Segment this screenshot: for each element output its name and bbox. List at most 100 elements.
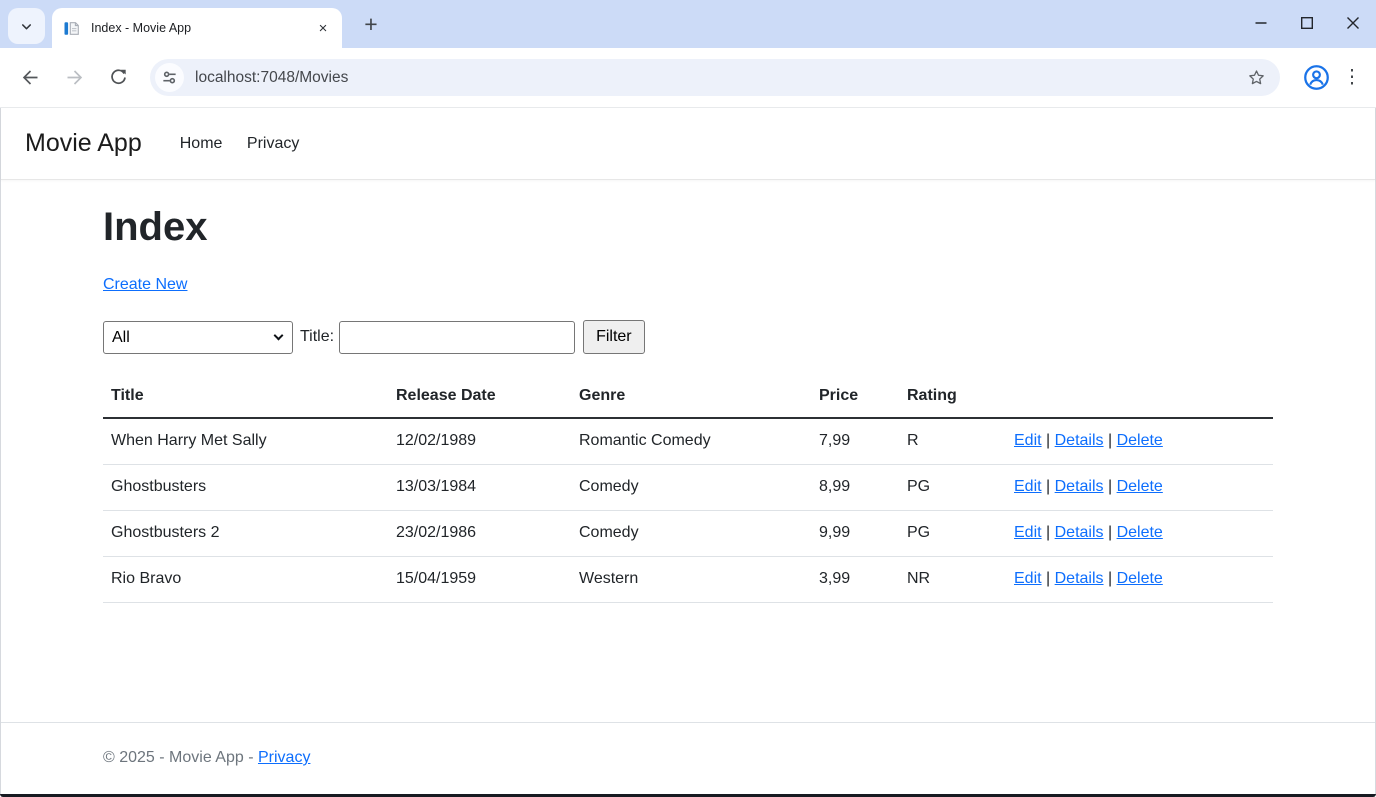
action-separator: |	[1042, 570, 1055, 587]
cell-genre: Comedy	[571, 511, 811, 557]
site-navbar: Movie App Home Privacy	[1, 108, 1375, 180]
delete-link[interactable]: Delete	[1117, 524, 1163, 541]
row-actions: Edit | Details | Delete	[1006, 418, 1273, 465]
bookmark-button[interactable]	[1242, 64, 1270, 92]
cell-price: 8,99	[811, 465, 899, 511]
action-separator: |	[1104, 478, 1117, 495]
table-row: Ghostbusters 223/02/1986Comedy9,99PGEdit…	[103, 511, 1273, 557]
cell-price: 3,99	[811, 557, 899, 603]
action-separator: |	[1104, 570, 1117, 587]
tab-title: Index - Movie App	[91, 21, 314, 35]
header-actions	[1006, 378, 1273, 418]
chevron-down-icon	[19, 19, 34, 34]
web-content: Movie App Home Privacy Index Create New …	[0, 108, 1376, 794]
site-info-button[interactable]	[155, 63, 184, 92]
forward-button[interactable]	[52, 56, 96, 100]
edit-link[interactable]: Edit	[1014, 432, 1042, 449]
window-controls	[1238, 0, 1376, 48]
cell-price: 9,99	[811, 511, 899, 557]
edit-link[interactable]: Edit	[1014, 524, 1042, 541]
cell-release-date: 12/02/1989	[388, 418, 571, 465]
delete-link[interactable]: Delete	[1117, 478, 1163, 495]
edit-link[interactable]: Edit	[1014, 570, 1042, 587]
table-header-row: Title Release Date Genre Price Rating	[103, 378, 1273, 418]
cell-title: Rio Bravo	[103, 557, 388, 603]
back-button[interactable]	[8, 56, 52, 100]
action-separator: |	[1042, 478, 1055, 495]
cell-rating: R	[899, 418, 1006, 465]
close-window-button[interactable]	[1330, 0, 1376, 46]
star-icon	[1246, 67, 1267, 88]
address-bar[interactable]: localhost:7048/Movies	[150, 59, 1280, 96]
reload-icon	[108, 67, 129, 88]
cell-rating: PG	[899, 465, 1006, 511]
header-genre: Genre	[571, 378, 811, 418]
cell-genre: Western	[571, 557, 811, 603]
edit-link[interactable]: Edit	[1014, 478, 1042, 495]
footer-privacy-link[interactable]: Privacy	[258, 749, 310, 766]
tab-close-button[interactable]: ×	[314, 19, 332, 37]
genre-select[interactable]: All	[103, 321, 293, 354]
menu-button[interactable]: ⋮	[1336, 58, 1368, 98]
maximize-button[interactable]	[1284, 0, 1330, 46]
footer-copyright: © 2025 - Movie App -	[103, 749, 254, 766]
new-tab-button[interactable]: +	[356, 9, 386, 39]
maximize-icon	[1297, 13, 1317, 33]
tab-search-button[interactable]	[8, 8, 45, 44]
create-new-link[interactable]: Create New	[103, 276, 187, 293]
minimize-icon	[1251, 13, 1271, 33]
delete-link[interactable]: Delete	[1117, 570, 1163, 587]
details-link[interactable]: Details	[1055, 432, 1104, 449]
cell-rating: PG	[899, 511, 1006, 557]
nav-link-home[interactable]: Home	[172, 127, 231, 161]
table-row: Rio Bravo15/04/1959Western3,99NREdit | D…	[103, 557, 1273, 603]
minimize-button[interactable]	[1238, 0, 1284, 46]
header-release-date: Release Date	[388, 378, 571, 418]
site-nav: Home Privacy	[172, 127, 312, 161]
action-separator: |	[1042, 432, 1055, 449]
movies-table: Title Release Date Genre Price Rating Wh…	[103, 378, 1273, 603]
header-price: Price	[811, 378, 899, 418]
tune-icon	[161, 69, 178, 86]
forward-icon	[64, 67, 85, 88]
details-link[interactable]: Details	[1055, 524, 1104, 541]
filter-form: All Title: Filter	[103, 320, 1273, 354]
row-actions: Edit | Details | Delete	[1006, 465, 1273, 511]
cell-release-date: 15/04/1959	[388, 557, 571, 603]
tab-strip: Index - Movie App × +	[0, 0, 1376, 48]
details-link[interactable]: Details	[1055, 478, 1104, 495]
close-icon	[1343, 13, 1363, 33]
nav-link-privacy[interactable]: Privacy	[239, 127, 307, 161]
filter-button[interactable]: Filter	[583, 320, 645, 354]
site-footer: © 2025 - Movie App - Privacy	[1, 722, 1375, 794]
header-title: Title	[103, 378, 388, 418]
movies-table-body: When Harry Met Sally12/02/1989Romantic C…	[103, 418, 1273, 603]
action-separator: |	[1104, 524, 1117, 541]
delete-link[interactable]: Delete	[1117, 432, 1163, 449]
browser-tab[interactable]: Index - Movie App ×	[52, 8, 342, 48]
cell-title: Ghostbusters 2	[103, 511, 388, 557]
action-separator: |	[1104, 432, 1117, 449]
title-filter-input[interactable]	[339, 321, 575, 354]
brand-link[interactable]: Movie App	[25, 129, 142, 158]
page-main: Index Create New All Title: Filter	[1, 180, 1375, 722]
cell-release-date: 13/03/1984	[388, 465, 571, 511]
cell-release-date: 23/02/1986	[388, 511, 571, 557]
url-text[interactable]: localhost:7048/Movies	[195, 69, 1242, 87]
profile-button[interactable]	[1296, 58, 1336, 98]
table-row: Ghostbusters13/03/1984Comedy8,99PGEdit |…	[103, 465, 1273, 511]
cell-genre: Romantic Comedy	[571, 418, 811, 465]
cell-title: Ghostbusters	[103, 465, 388, 511]
table-row: When Harry Met Sally12/02/1989Romantic C…	[103, 418, 1273, 465]
header-rating: Rating	[899, 378, 1006, 418]
browser-toolbar: localhost:7048/Movies ⋮	[0, 48, 1376, 108]
favicon-icon	[64, 20, 81, 37]
details-link[interactable]: Details	[1055, 570, 1104, 587]
row-actions: Edit | Details | Delete	[1006, 557, 1273, 603]
action-separator: |	[1042, 524, 1055, 541]
cell-rating: NR	[899, 557, 1006, 603]
row-actions: Edit | Details | Delete	[1006, 511, 1273, 557]
browser-window: Index - Movie App × +	[0, 0, 1376, 797]
page-title: Index	[103, 200, 1273, 254]
reload-button[interactable]	[96, 56, 140, 100]
